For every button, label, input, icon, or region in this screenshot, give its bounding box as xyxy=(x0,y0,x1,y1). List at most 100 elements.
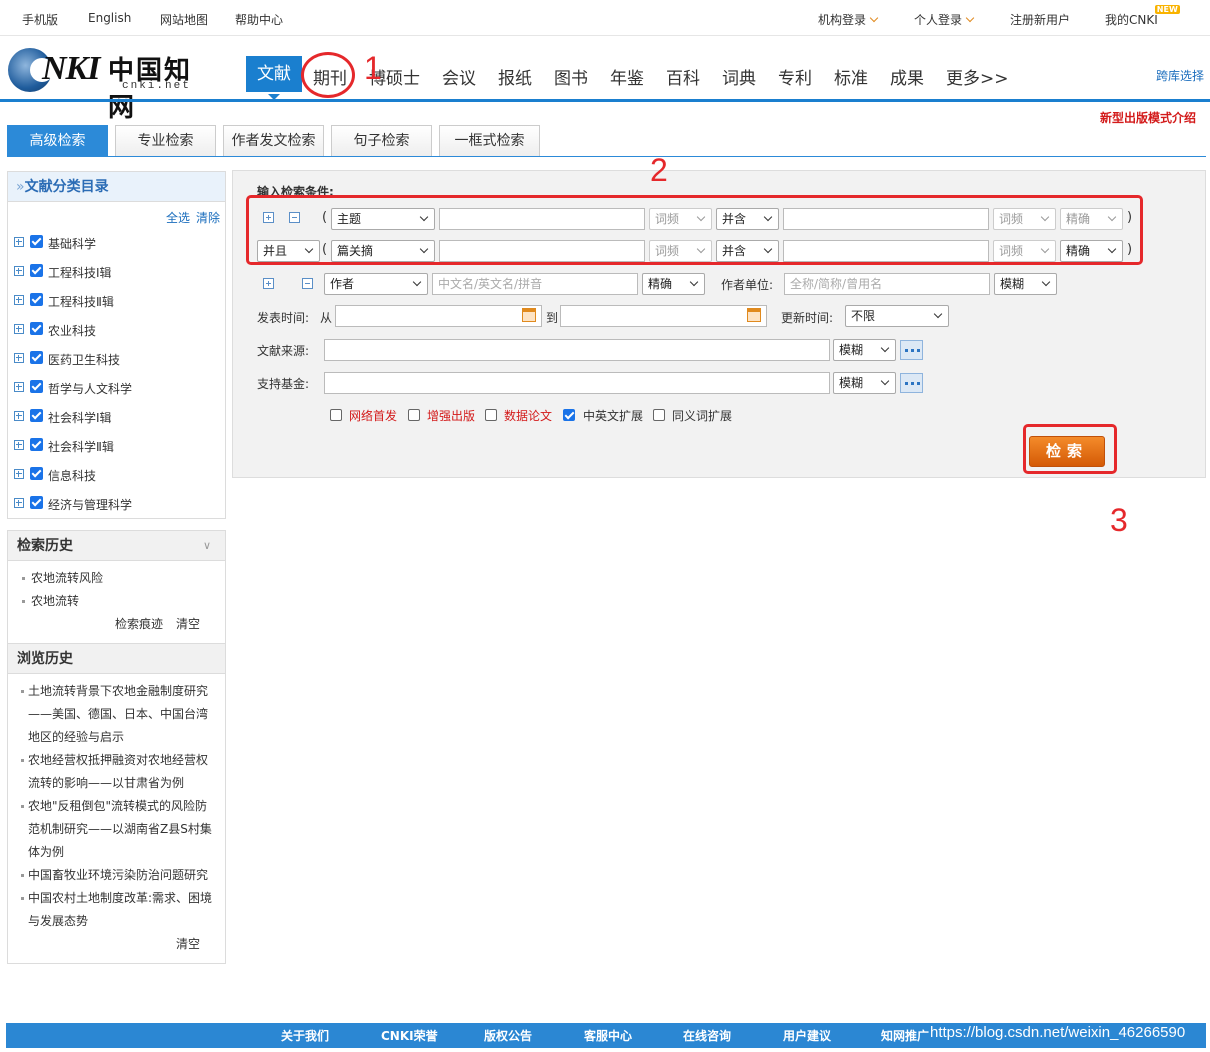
fund-picker-icon[interactable] xyxy=(900,373,923,393)
footer-link-about[interactable]: 关于我们 xyxy=(281,1027,329,1044)
clear-selection-link[interactable]: 清除 xyxy=(196,209,220,226)
nav-item-more[interactable]: 更多>> xyxy=(946,64,1009,89)
calendar-icon[interactable] xyxy=(522,308,536,322)
category-checkbox[interactable] xyxy=(30,235,43,248)
date-to-input[interactable] xyxy=(560,305,767,327)
expand-icon[interactable] xyxy=(14,382,24,392)
expand-icon[interactable] xyxy=(14,498,24,508)
category-label: 经济与管理科学 xyxy=(48,498,133,512)
source-input[interactable] xyxy=(324,339,830,361)
category-checkbox[interactable] xyxy=(30,409,43,422)
expand-icon[interactable] xyxy=(14,440,24,450)
data-paper-checkbox[interactable] xyxy=(485,409,497,421)
browse-item[interactable]: 中国农村土地制度改革:需求、困境与发展态势 xyxy=(21,887,218,933)
nav-item-newspaper[interactable]: 报纸 xyxy=(498,64,532,89)
tab-simple-search[interactable]: 一框式检索 xyxy=(439,125,540,156)
nav-item-literature[interactable]: 文献 xyxy=(246,56,302,100)
fund-input[interactable] xyxy=(324,372,830,394)
fund-match-select[interactable]: 模糊 xyxy=(833,372,896,394)
footer-link-honor[interactable]: CNKI荣誉 xyxy=(381,1027,438,1044)
tab-sentence-search[interactable]: 句子检索 xyxy=(331,125,432,156)
browse-item[interactable]: 农地"反租倒包"流转模式的风险防范机制研究——以湖南省Z县S村集体为例 xyxy=(21,795,218,864)
mobile-link[interactable]: 手机版 xyxy=(22,11,58,28)
collapse-chevron-icon[interactable]: ∨ xyxy=(203,531,211,561)
nav-item-patent[interactable]: 专利 xyxy=(778,64,812,89)
online-first-checkbox[interactable] xyxy=(330,409,342,421)
browse-clear-link[interactable]: 清空 xyxy=(176,935,200,952)
footer-link-promotion[interactable]: 知网推广 xyxy=(881,1027,929,1044)
expand-icon[interactable] xyxy=(14,237,24,247)
category-checkbox[interactable] xyxy=(30,322,43,335)
date-from-input[interactable] xyxy=(335,305,542,327)
category-checkbox[interactable] xyxy=(30,293,43,306)
nav-item-dictionary[interactable]: 词典 xyxy=(722,64,756,89)
search-trace-link[interactable]: 检索痕迹 xyxy=(115,615,163,632)
tab-author-search[interactable]: 作者发文检索 xyxy=(223,125,324,156)
search-history-title-label: 检索历史 xyxy=(17,538,73,554)
nav-item-standard[interactable]: 标准 xyxy=(834,64,868,89)
chevron-down-icon xyxy=(869,13,879,23)
browse-item-label: 中国畜牧业环境污染防治问题研究 xyxy=(28,868,209,882)
tab-advanced-search[interactable]: 高级检索 xyxy=(7,125,108,156)
english-link[interactable]: English xyxy=(88,11,131,25)
sitemap-link[interactable]: 网站地图 xyxy=(160,11,208,28)
nav-item-yearbook[interactable]: 年鉴 xyxy=(610,64,644,89)
category-label: 社会科学Ⅰ辑 xyxy=(48,411,112,425)
expand-icon[interactable] xyxy=(14,353,24,363)
nav-item-book[interactable]: 图书 xyxy=(554,64,588,89)
author-match-select[interactable]: 精确 xyxy=(642,273,705,295)
author-field-select[interactable]: 作者 xyxy=(324,273,428,295)
category-checkbox[interactable] xyxy=(30,380,43,393)
history-item[interactable]: 农地流转风险 xyxy=(22,567,103,590)
tab-professional-search[interactable]: 专业检索 xyxy=(115,125,216,156)
add-author-row-icon[interactable] xyxy=(263,278,274,289)
expand-icon[interactable] xyxy=(14,411,24,421)
select-all-link[interactable]: 全选 xyxy=(166,209,190,226)
footer-link-feedback[interactable]: 用户建议 xyxy=(783,1027,831,1044)
synonym-expand-checkbox[interactable] xyxy=(653,409,665,421)
enhanced-publish-checkbox[interactable] xyxy=(408,409,420,421)
update-time-select[interactable]: 不限 xyxy=(845,305,949,327)
help-link[interactable]: 帮助中心 xyxy=(235,11,283,28)
personal-login-menu[interactable]: 个人登录 xyxy=(914,11,975,28)
chevron-down-icon xyxy=(965,13,975,23)
expand-icon[interactable] xyxy=(14,295,24,305)
category-checkbox[interactable] xyxy=(30,496,43,509)
new-mode-link[interactable]: 新型出版模式介绍 xyxy=(1100,109,1196,126)
footer-link-copyright[interactable]: 版权公告 xyxy=(484,1027,532,1044)
cross-db-select-link[interactable]: 跨库选择 xyxy=(1156,67,1204,84)
browse-item[interactable]: 农地经营权抵押融资对农地经营权流转的影响——以甘肃省为例 xyxy=(21,749,218,795)
cn-en-expand-checkbox[interactable] xyxy=(563,409,575,421)
author-org-input[interactable]: 全称/简称/曾用名 xyxy=(784,273,990,295)
footer-link-consult[interactable]: 在线咨询 xyxy=(683,1027,731,1044)
calendar-icon[interactable] xyxy=(747,308,761,322)
expand-icon[interactable] xyxy=(14,469,24,479)
source-picker-icon[interactable] xyxy=(900,340,923,360)
nav-item-conference[interactable]: 会议 xyxy=(442,64,476,89)
nav-item-encyclopedia[interactable]: 百科 xyxy=(666,64,700,89)
browse-item-label: 农地经营权抵押融资对农地经营权流转的影响——以甘肃省为例 xyxy=(28,753,209,790)
top-bar: 手机版 English 网站地图 帮助中心 机构登录 个人登录 注册新用户 我的… xyxy=(0,0,1210,36)
org-login-menu[interactable]: 机构登录 xyxy=(818,11,879,28)
category-checkbox[interactable] xyxy=(30,438,43,451)
footer-link-service[interactable]: 客服中心 xyxy=(584,1027,632,1044)
bullet-icon xyxy=(21,874,24,877)
source-match-value: 模糊 xyxy=(839,343,864,357)
my-cnki-link[interactable]: 我的CNKI NEW xyxy=(1105,5,1180,28)
browse-item[interactable]: 中国畜牧业环境污染防治问题研究 xyxy=(21,864,218,887)
author-org-match-select[interactable]: 模糊 xyxy=(994,273,1057,295)
history-item[interactable]: 农地流转 xyxy=(22,590,79,613)
register-link[interactable]: 注册新用户 xyxy=(1010,11,1070,28)
source-match-select[interactable]: 模糊 xyxy=(833,339,896,361)
category-checkbox[interactable] xyxy=(30,264,43,277)
category-checkbox[interactable] xyxy=(30,467,43,480)
remove-author-row-icon[interactable] xyxy=(302,278,313,289)
browse-item[interactable]: 土地流转背景下农地金融制度研究——美国、德国、日本、中国台湾地区的经验与启示 xyxy=(21,680,218,749)
history-clear-link[interactable]: 清空 xyxy=(176,615,200,632)
expand-icon[interactable] xyxy=(14,266,24,276)
nav-item-achievement[interactable]: 成果 xyxy=(890,64,924,89)
category-checkbox[interactable] xyxy=(30,351,43,364)
category-label: 信息科技 xyxy=(48,469,97,483)
author-input[interactable]: 中文名/英文名/拼音 xyxy=(432,273,638,295)
expand-icon[interactable] xyxy=(14,324,24,334)
